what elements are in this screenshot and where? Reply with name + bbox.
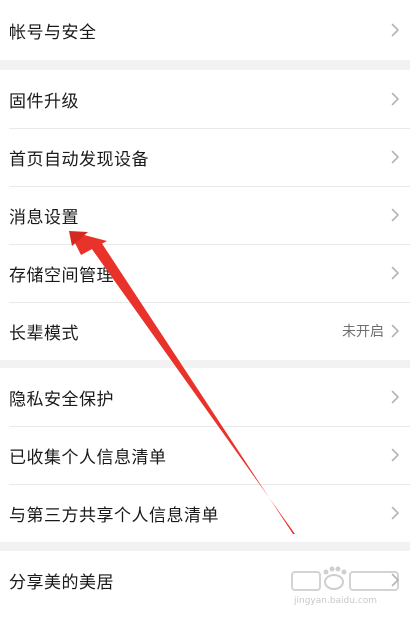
settings-row-auto-discover-devices[interactable]: 首页自动发现设备 bbox=[0, 128, 410, 186]
chevron-right-icon bbox=[391, 208, 399, 222]
chevron-right-icon bbox=[391, 448, 399, 462]
chevron-right-icon bbox=[391, 23, 399, 37]
settings-group-device: 固件升级 首页自动发现设备 消息设置 存储空间管理 长辈模式 未开启 bbox=[0, 70, 410, 360]
chevron-right-icon bbox=[391, 92, 399, 106]
row-label: 固件升级 bbox=[9, 91, 79, 112]
elder-mode-status: 未开启 bbox=[342, 324, 384, 340]
row-label: 分享美的美居 bbox=[9, 572, 114, 593]
settings-row-elder-mode[interactable]: 长辈模式 未开启 bbox=[0, 302, 410, 360]
row-label: 与第三方共享个人信息清单 bbox=[9, 505, 219, 526]
chevron-right-icon bbox=[391, 150, 399, 164]
settings-row-account-security[interactable]: 帐号与安全 bbox=[0, 0, 410, 60]
row-label: 已收集个人信息清单 bbox=[9, 447, 167, 468]
row-label: 消息设置 bbox=[9, 207, 79, 228]
chevron-right-icon bbox=[391, 324, 399, 338]
row-label: 首页自动发现设备 bbox=[9, 149, 149, 170]
settings-row-third-party-sharing-list[interactable]: 与第三方共享个人信息清单 bbox=[0, 484, 410, 542]
settings-row-collected-info-list[interactable]: 已收集个人信息清单 bbox=[0, 426, 410, 484]
row-label: 存储空间管理 bbox=[9, 265, 114, 286]
settings-group-share: 分享美的美居 bbox=[0, 551, 410, 617]
row-label: 长辈模式 bbox=[9, 323, 79, 344]
settings-group-privacy: 隐私安全保护 已收集个人信息清单 与第三方共享个人信息清单 bbox=[0, 368, 410, 542]
settings-row-share-app[interactable]: 分享美的美居 bbox=[0, 551, 410, 609]
chevron-right-icon bbox=[391, 573, 399, 587]
settings-page: 帐号与安全 固件升级 首页自动发现设备 消息设置 存储空间管理 长辈模式 未开启 bbox=[0, 0, 410, 617]
settings-row-firmware-upgrade[interactable]: 固件升级 bbox=[0, 70, 410, 128]
settings-group-account: 帐号与安全 bbox=[0, 0, 410, 60]
chevron-right-icon bbox=[391, 266, 399, 280]
row-label: 帐号与安全 bbox=[9, 22, 97, 43]
settings-row-message-settings[interactable]: 消息设置 bbox=[0, 186, 410, 244]
settings-row-storage-management[interactable]: 存储空间管理 bbox=[0, 244, 410, 302]
chevron-right-icon bbox=[391, 390, 399, 404]
settings-row-privacy-protection[interactable]: 隐私安全保护 bbox=[0, 368, 410, 426]
chevron-right-icon bbox=[391, 506, 399, 520]
row-label: 隐私安全保护 bbox=[9, 389, 114, 410]
